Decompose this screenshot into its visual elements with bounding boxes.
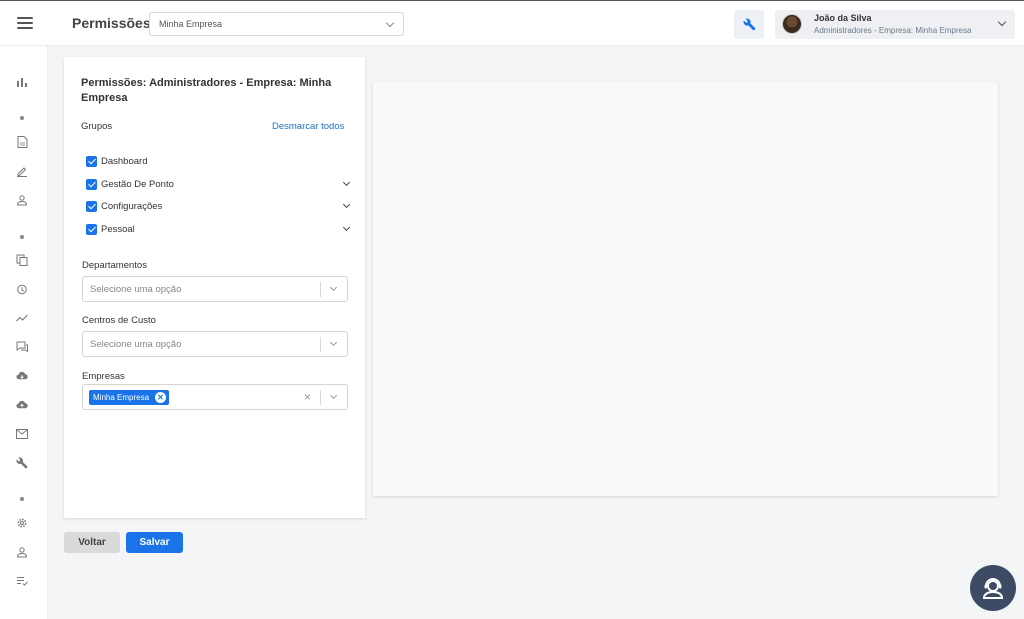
chevron-down-icon[interactable]: [329, 338, 338, 347]
checkbox[interactable]: [86, 224, 97, 235]
departments-label: Departamentos: [82, 260, 147, 271]
save-button[interactable]: Salvar: [126, 532, 183, 553]
tools-button[interactable]: [734, 10, 764, 39]
separator-dot: [20, 497, 24, 501]
cost-centers-select[interactable]: Selecione uma opção: [82, 331, 348, 357]
permissions-card: Permissões: Administradores - Empresa: M…: [64, 57, 365, 518]
user-name: João da Silva: [814, 13, 872, 23]
cloud-upload-icon[interactable]: [16, 399, 28, 411]
back-button[interactable]: Voltar: [64, 532, 120, 553]
document-icon[interactable]: [16, 136, 28, 148]
clear-icon[interactable]: ×: [304, 391, 311, 403]
checkbox[interactable]: [86, 201, 97, 212]
chevron-down-icon[interactable]: [329, 283, 338, 292]
wrench-icon: [743, 18, 755, 31]
companies-label: Empresas: [82, 371, 125, 382]
checkbox[interactable]: [86, 156, 97, 167]
chevron-down-icon: [385, 18, 395, 28]
sidebar: [0, 46, 48, 619]
gear-icon[interactable]: [16, 517, 28, 529]
chevron-down-icon[interactable]: [342, 178, 351, 187]
card-title: Permissões: Administradores - Empresa: M…: [81, 77, 332, 104]
group-label: Configurações: [101, 201, 163, 212]
separator-dot: [20, 235, 24, 239]
departments-select[interactable]: Selecione uma opção: [82, 276, 348, 302]
preview-panel: [373, 82, 998, 496]
wrench-icon[interactable]: [16, 457, 28, 469]
group-row-gestao-de-ponto[interactable]: Gestão De Ponto: [86, 178, 351, 193]
chart-icon[interactable]: [16, 76, 28, 88]
select-placeholder: Selecione uma opção: [90, 284, 182, 295]
cloud-download-icon[interactable]: [16, 370, 28, 382]
user-menu[interactable]: João da Silva Administradores - Empresa:…: [775, 10, 1015, 39]
group-row-configuracoes[interactable]: Configurações: [86, 200, 351, 215]
separator-dot: [20, 116, 24, 120]
menu-icon[interactable]: [17, 17, 33, 29]
chevron-down-icon[interactable]: [329, 391, 338, 400]
list-check-icon[interactable]: [16, 575, 28, 587]
pencil-icon[interactable]: [16, 165, 28, 177]
avatar: [782, 14, 802, 34]
group-label: Dashboard: [101, 156, 148, 167]
group-row-pessoal[interactable]: Pessoal: [86, 223, 351, 238]
companies-select[interactable]: Minha Empresa ✕ ×: [82, 384, 348, 410]
page-title: Permissões: [72, 15, 151, 31]
tag-label: Minha Empresa: [93, 393, 150, 402]
help-button[interactable]: [970, 565, 1016, 611]
user-icon[interactable]: [16, 546, 28, 558]
copy-icon[interactable]: [16, 254, 28, 266]
checkbox[interactable]: [86, 179, 97, 190]
trend-icon[interactable]: [16, 312, 28, 324]
unselect-all-link[interactable]: Desmarcar todos: [272, 121, 344, 132]
company-select[interactable]: Minha Empresa: [149, 12, 404, 36]
remove-tag-icon[interactable]: ✕: [155, 392, 167, 403]
groups-label: Grupos: [81, 121, 113, 132]
company-tag: Minha Empresa ✕: [89, 390, 170, 405]
mail-icon[interactable]: [16, 428, 28, 440]
divider: [320, 337, 321, 352]
user-role: Administradores - Empresa: Minha Empresa: [814, 26, 972, 35]
person-icon[interactable]: [16, 194, 28, 206]
group-label: Gestão De Ponto: [101, 179, 174, 190]
group-label: Pessoal: [101, 224, 135, 235]
chat-icon[interactable]: [16, 341, 28, 353]
chevron-down-icon: [997, 17, 1007, 27]
divider: [320, 282, 321, 297]
support-agent-icon: [982, 578, 1004, 599]
alarm-icon[interactable]: [16, 283, 28, 295]
group-row-dashboard[interactable]: Dashboard: [86, 156, 349, 170]
cost-centers-label: Centros de Custo: [82, 315, 156, 326]
select-placeholder: Selecione uma opção: [90, 339, 182, 350]
company-select-value: Minha Empresa: [159, 19, 223, 29]
top-bar: Permissões Minha Empresa João da Silva A…: [0, 0, 1024, 46]
chevron-down-icon[interactable]: [342, 223, 351, 232]
divider: [320, 390, 321, 405]
chevron-down-icon[interactable]: [342, 200, 351, 209]
